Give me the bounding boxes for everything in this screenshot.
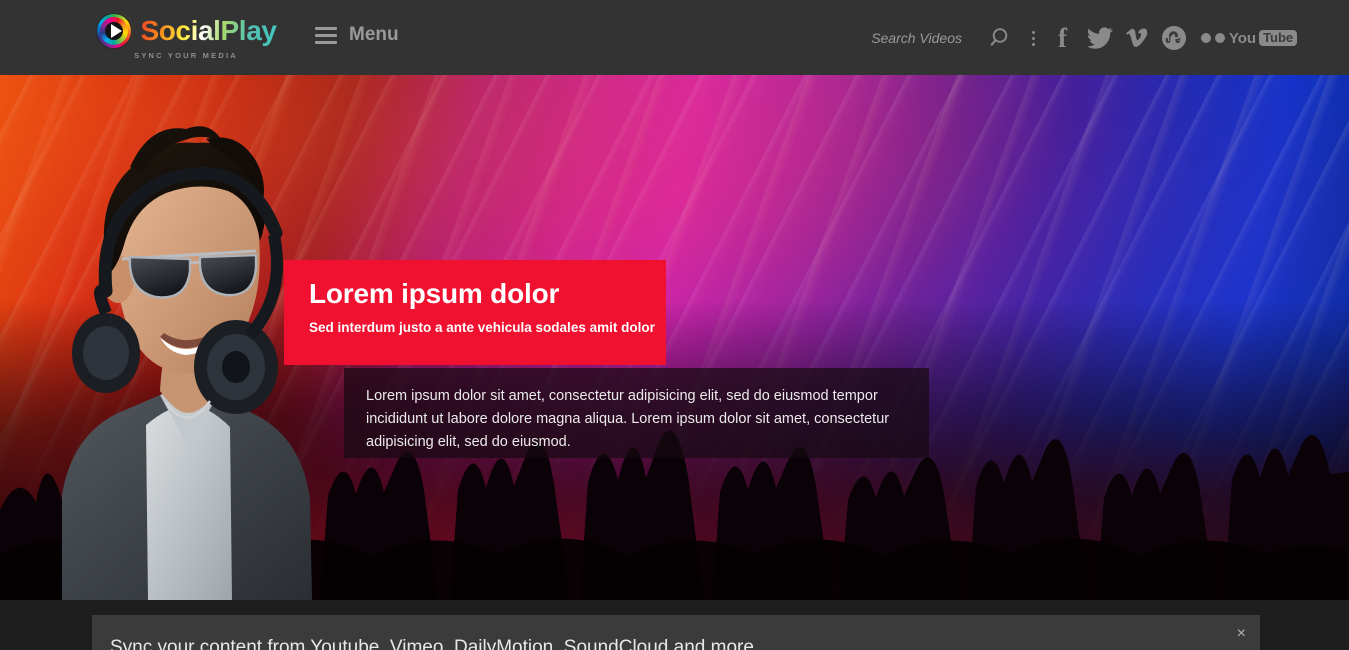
menu-label: Menu (349, 24, 399, 45)
logo-wordmark: SocialPlay (140, 15, 277, 46)
logo-row: SocialPlay (95, 12, 277, 50)
menu-toggle-button[interactable]: Menu (315, 24, 399, 46)
flickr-icon[interactable] (1194, 22, 1232, 54)
search-icon[interactable] (984, 22, 1020, 54)
hero-title: Lorem ipsum dolor (309, 278, 560, 309)
hero-description: Lorem ipsum dolor sit amet, consectetur … (366, 388, 890, 450)
hero-subtitle: Sed interdum justo a ante vehicula sodal… (309, 320, 655, 335)
youtube-icon[interactable]: You Tube (1228, 22, 1298, 54)
notification-message: Sync your content from Youtube, Vimeo, D… (110, 637, 754, 650)
hamburger-icon (315, 26, 337, 44)
play-circle-logo-icon (95, 12, 134, 50)
twitter-icon[interactable] (1079, 22, 1120, 54)
notification-bar: Sync your content from Youtube, Vimeo, D… (92, 615, 1260, 650)
hero-title-box: Lorem ipsum dolor Sed interdum justo a a… (284, 260, 666, 365)
search-videos-label[interactable]: Search Videos (871, 30, 962, 46)
header-utilities: Search Videos f You Tube (871, 22, 1298, 54)
site-header: SocialPlay SYNC YOUR MEDIA Menu Search V… (0, 0, 1349, 75)
hero-banner: Lorem ipsum dolor Sed interdum justo a a… (0, 75, 1349, 600)
play-triangle-icon (111, 24, 123, 38)
vimeo-icon[interactable] (1120, 22, 1154, 54)
stumbleupon-icon[interactable] (1154, 22, 1194, 54)
site-logo[interactable]: SocialPlay SYNC YOUR MEDIA (95, 12, 277, 62)
youtube-you-label: You (1228, 29, 1257, 47)
youtube-tube-label: Tube (1259, 30, 1298, 46)
close-icon[interactable]: × (1237, 626, 1246, 642)
hero-description-box: Lorem ipsum dolor sit amet, consectetur … (344, 368, 929, 458)
bottom-area: Sync your content from Youtube, Vimeo, D… (0, 600, 1349, 650)
logo-tagline: SYNC YOUR MEDIA (134, 51, 238, 60)
more-options-icon[interactable] (1020, 22, 1046, 54)
facebook-icon[interactable]: f (1046, 22, 1079, 54)
